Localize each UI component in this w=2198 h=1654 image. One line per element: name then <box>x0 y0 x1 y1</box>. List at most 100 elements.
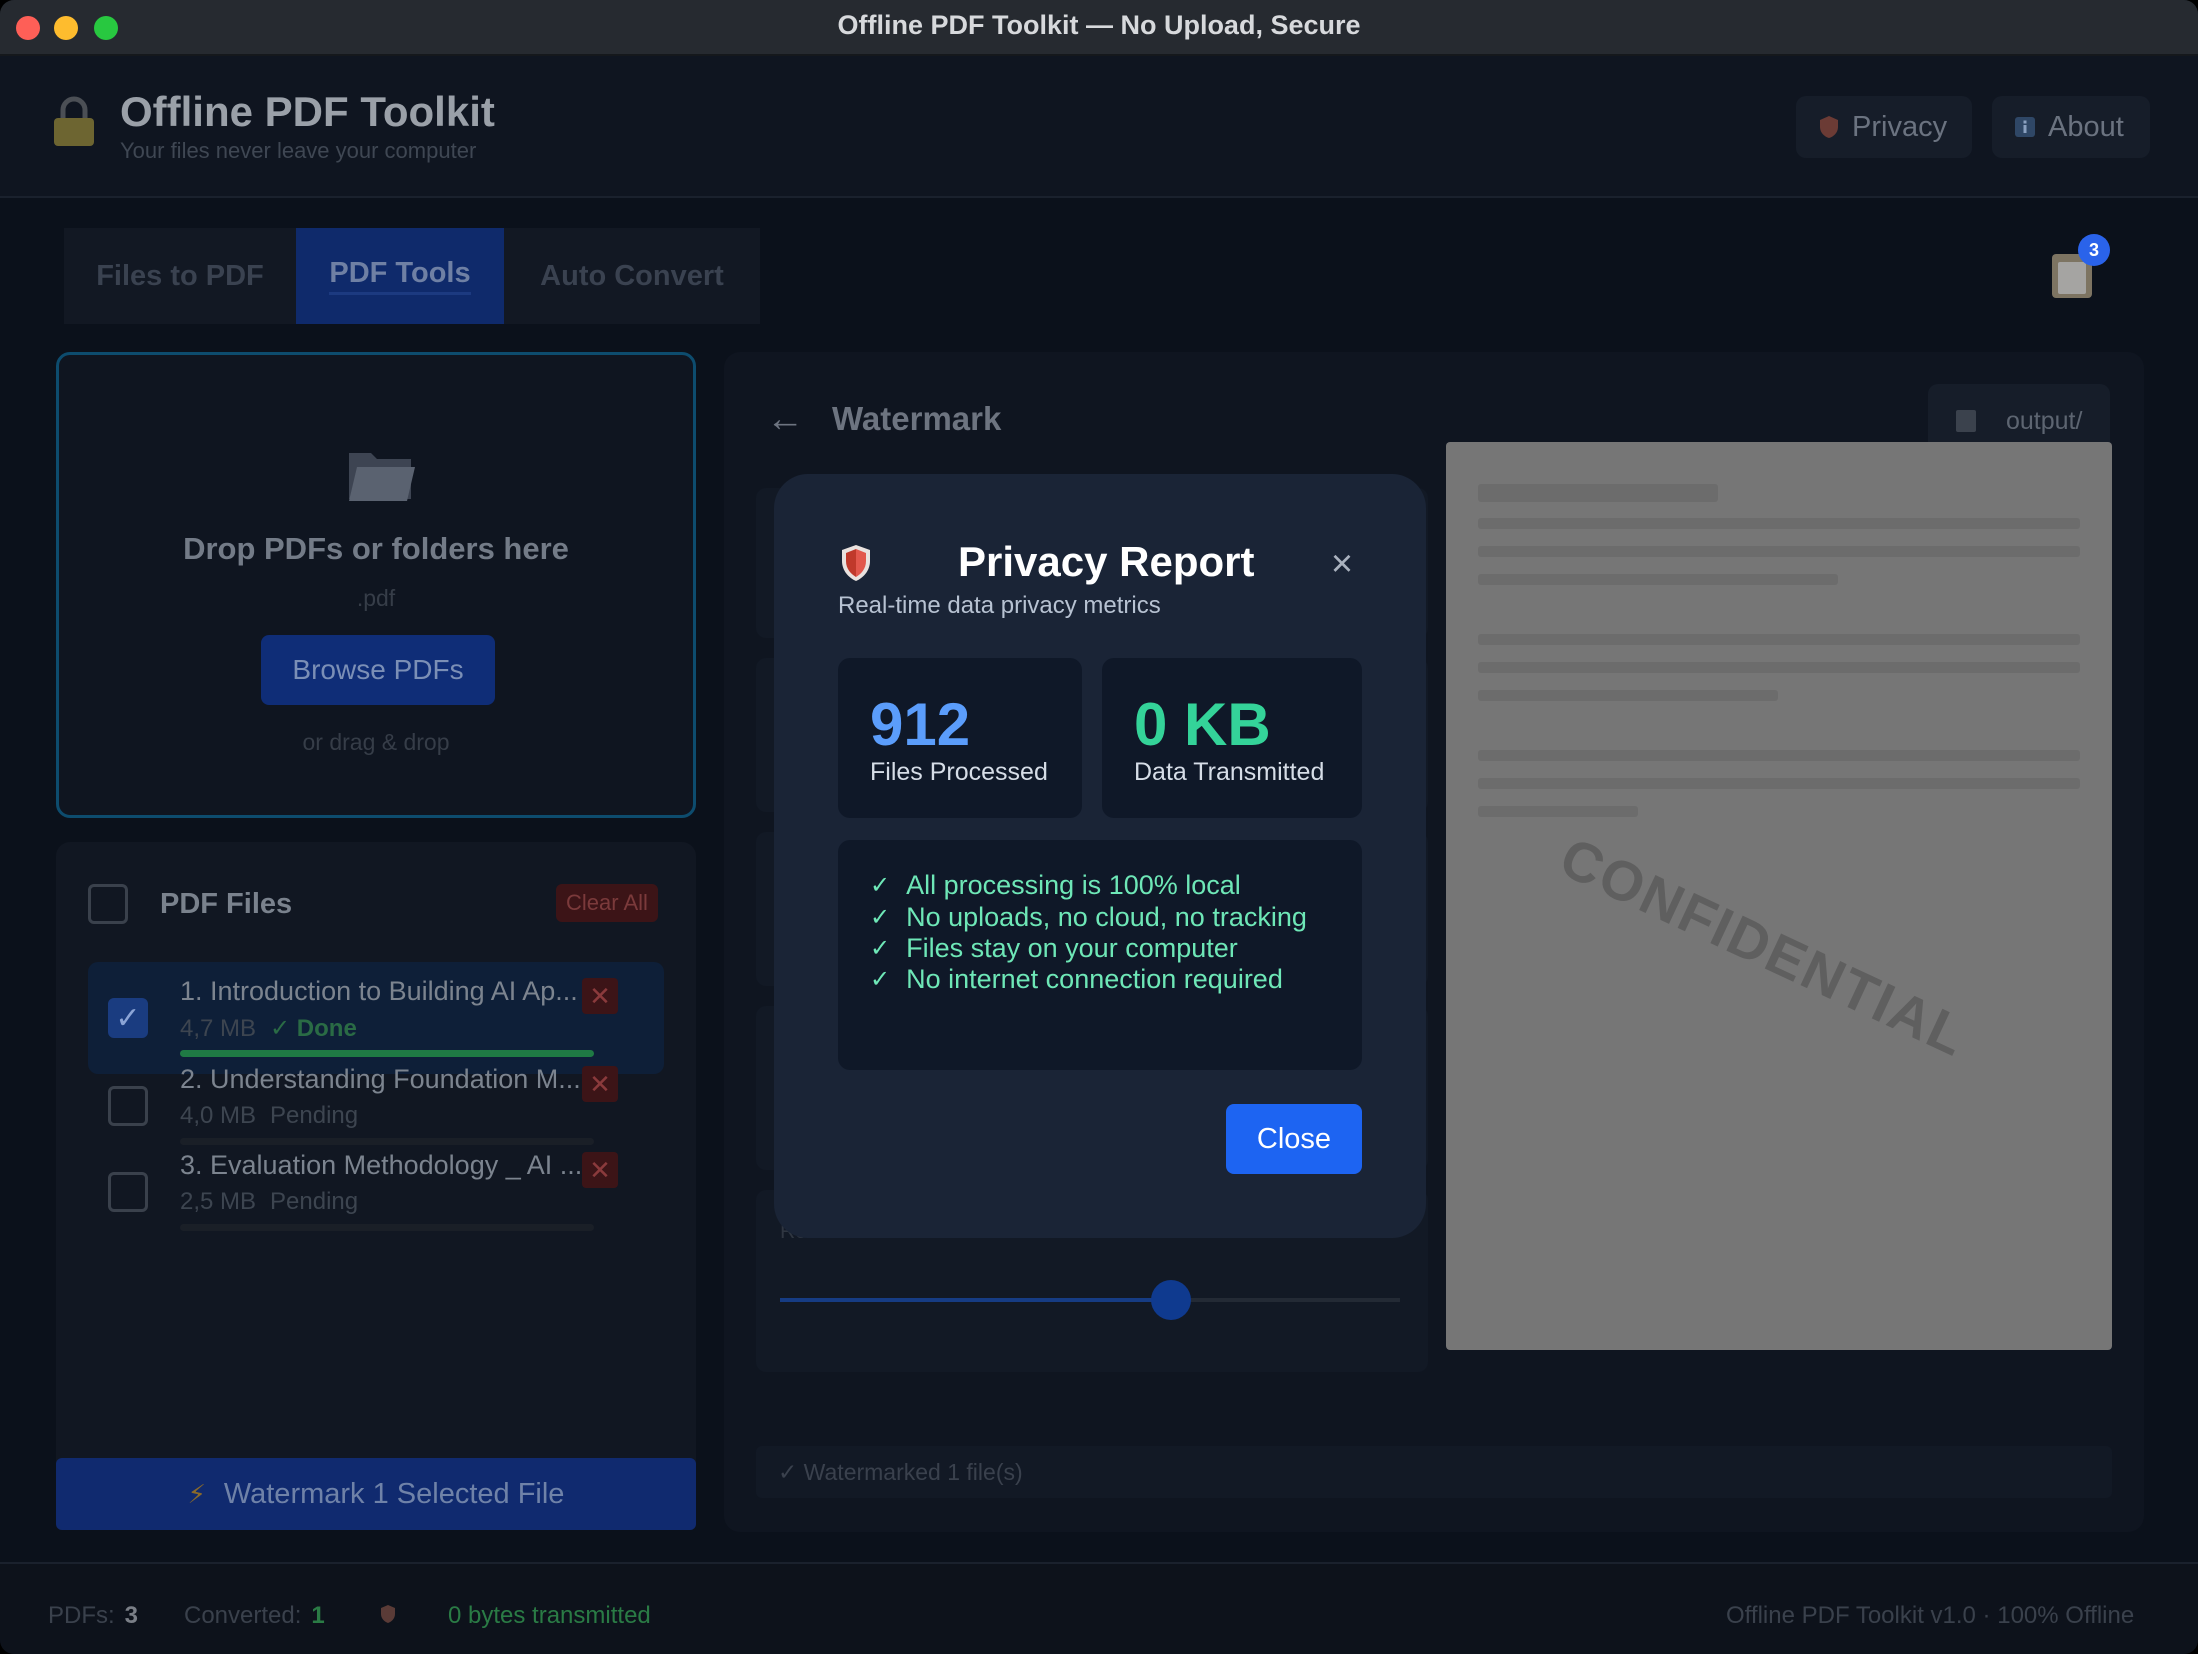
floppy-disk-icon <box>1956 410 1976 432</box>
converted-count-label: Converted: <box>184 1602 302 1629</box>
pdf-count-label: PDFs: <box>48 1602 115 1629</box>
preview-line <box>1478 484 1718 502</box>
converted-count: Converted: 1 <box>184 1602 325 1630</box>
file-status: Pending <box>270 1102 359 1129</box>
tab-auto-convert[interactable]: Auto Convert <box>504 228 760 324</box>
app-window: Offline PDF Toolkit — No Upload, Secure … <box>0 0 2198 1654</box>
file-name: 2. Understanding Foundation M... <box>180 1064 581 1094</box>
preview-line <box>1478 662 2080 673</box>
main-tabs: Files to PDF PDF Tools Auto Convert <box>64 228 760 324</box>
files-processed-label: Files Processed <box>870 758 1048 786</box>
app-title: Offline PDF Toolkit <box>120 88 495 135</box>
folder-icon <box>349 453 415 501</box>
shield-icon <box>842 545 870 581</box>
check-icon: ✓ <box>870 966 891 993</box>
file-size: 4,7 MB <box>180 1015 257 1042</box>
file-checkbox[interactable] <box>108 1172 148 1212</box>
privacy-report-modal: Privacy Report × Real-time data privacy … <box>774 474 1426 1238</box>
output-folder-label: output/ <box>2006 406 2083 435</box>
preview-line <box>1478 574 1838 585</box>
window-title: Offline PDF Toolkit — No Upload, Secure <box>837 10 1361 40</box>
file-meta: 4,0 MB Pending <box>180 1102 358 1130</box>
check-text: No uploads, no cloud, no tracking <box>906 902 1307 932</box>
files-processed-value: 912 <box>870 691 971 758</box>
tab-label: Files to PDF <box>96 259 264 292</box>
close-button[interactable]: Close <box>1226 1104 1362 1174</box>
tool-title: Watermark <box>832 400 1002 437</box>
select-all-checkbox[interactable] <box>88 884 128 924</box>
check-text: All processing is 100% local <box>906 870 1241 900</box>
rotation-slider-track[interactable] <box>780 1298 1400 1302</box>
tab-label: Auto Convert <box>540 259 724 292</box>
pdf-dropzone[interactable]: Drop PDFs or folders here .pdf Browse PD… <box>56 352 696 818</box>
privacy-button[interactable]: Privacy <box>1796 96 1972 158</box>
file-row[interactable]: 3. Evaluation Methodology _ AI ... 2,5 M… <box>88 1136 664 1248</box>
check-text: Files stay on your computer <box>906 933 1238 963</box>
preview-line <box>1478 778 2080 789</box>
about-button-label: About <box>2048 110 2124 143</box>
file-meta: 2,5 MB Pending <box>180 1188 358 1216</box>
rotation-slider-fill <box>780 1298 1171 1302</box>
remove-file-button[interactable]: ✕ <box>582 978 618 1014</box>
file-size: 4,0 MB <box>180 1102 257 1129</box>
shield-icon <box>381 1605 395 1623</box>
check-item: ✓ No uploads, no cloud, no tracking <box>870 902 1307 933</box>
check-icon: ✓ <box>870 872 891 899</box>
dropzone-extension: .pdf <box>356 585 396 611</box>
app-header: Offline PDF Toolkit Your files never lea… <box>0 56 2198 198</box>
check-item: ✓ Files stay on your computer <box>870 933 1238 964</box>
clipboard-count-badge: 3 <box>2078 234 2110 266</box>
file-checkbox[interactable] <box>108 1086 148 1126</box>
watermark-preview-text: CONFIDENTIAL <box>1550 824 1978 1069</box>
back-arrow-icon[interactable]: ← <box>766 398 804 441</box>
tab-files-to-pdf[interactable]: Files to PDF <box>64 228 296 324</box>
file-name: 3. Evaluation Methodology _ AI ... <box>180 1150 583 1180</box>
lock-icon <box>54 96 94 146</box>
modal-subtitle: Real-time data privacy metrics <box>838 592 1161 619</box>
rotation-slider-thumb[interactable] <box>1150 1280 1191 1320</box>
tab-pdf-tools[interactable]: PDF Tools <box>296 228 504 324</box>
pdf-files-title: PDF Files <box>160 888 293 920</box>
check-icon: ✓ <box>870 935 891 962</box>
pdf-preview: CONFIDENTIAL <box>1446 442 2112 1350</box>
info-icon <box>2015 117 2035 137</box>
clear-all-button[interactable]: Clear All <box>556 884 658 922</box>
check-text: No internet connection required <box>906 964 1283 994</box>
about-button[interactable]: About <box>1992 96 2150 158</box>
preview-line <box>1478 806 1638 817</box>
file-name: 1. Introduction to Building AI Ap... <box>180 976 578 1006</box>
browse-pdfs-button[interactable]: Browse PDFs <box>261 635 495 705</box>
version-label: Offline PDF Toolkit v1.0 · 100% Offline <box>1726 1602 2135 1629</box>
watermark-selected-button[interactable]: ⚡ Watermark 1 Selected File <box>56 1458 696 1530</box>
check-item: ✓ All processing is 100% local <box>870 870 1241 901</box>
dropzone-hint: or drag & drop <box>302 729 450 755</box>
preview-line <box>1478 750 2080 761</box>
tab-label: PDF Tools <box>329 257 471 295</box>
check-item: ✓ No internet connection required <box>870 964 1283 995</box>
title-bar: Offline PDF Toolkit — No Upload, Secure <box>0 0 2198 56</box>
remove-file-button[interactable]: ✕ <box>582 1066 618 1102</box>
stat-card-files: 912 Files Processed <box>838 658 1082 818</box>
file-status: ✓ Done <box>270 1015 357 1042</box>
file-size: 2,5 MB <box>180 1188 257 1215</box>
lightning-icon: ⚡ <box>187 1478 206 1509</box>
remove-file-button[interactable]: ✕ <box>582 1152 618 1188</box>
close-icon[interactable]: × <box>1322 544 1362 584</box>
status-bar: PDFs: 3 Converted: 1 0 bytes transmitted O… <box>0 1562 2198 1654</box>
data-transmitted-value: 0 KB <box>1134 691 1271 758</box>
watermark-selected-label: Watermark 1 Selected File <box>223 1477 565 1510</box>
file-meta: 4,7 MB ✓ Done <box>180 1014 357 1043</box>
preview-line <box>1478 634 2080 645</box>
file-progress-bar <box>180 1224 594 1231</box>
converted-count-value: 1 <box>311 1602 325 1629</box>
transmitted-status: 0 bytes transmitted <box>448 1602 651 1629</box>
app-subtitle: Your files never leave your computer <box>120 138 477 163</box>
pdf-count-value: 3 <box>124 1602 139 1629</box>
dropzone-title: Drop PDFs or folders here <box>183 531 569 566</box>
privacy-button-label: Privacy <box>1852 110 1948 143</box>
preview-line <box>1478 518 2080 529</box>
data-transmitted-label: Data Transmitted <box>1134 758 1325 786</box>
pdf-count: PDFs: 3 <box>48 1602 138 1630</box>
privacy-checklist: ✓ All processing is 100% local ✓ No upload… <box>838 840 1362 1070</box>
file-checkbox[interactable]: ✓ <box>108 998 148 1038</box>
